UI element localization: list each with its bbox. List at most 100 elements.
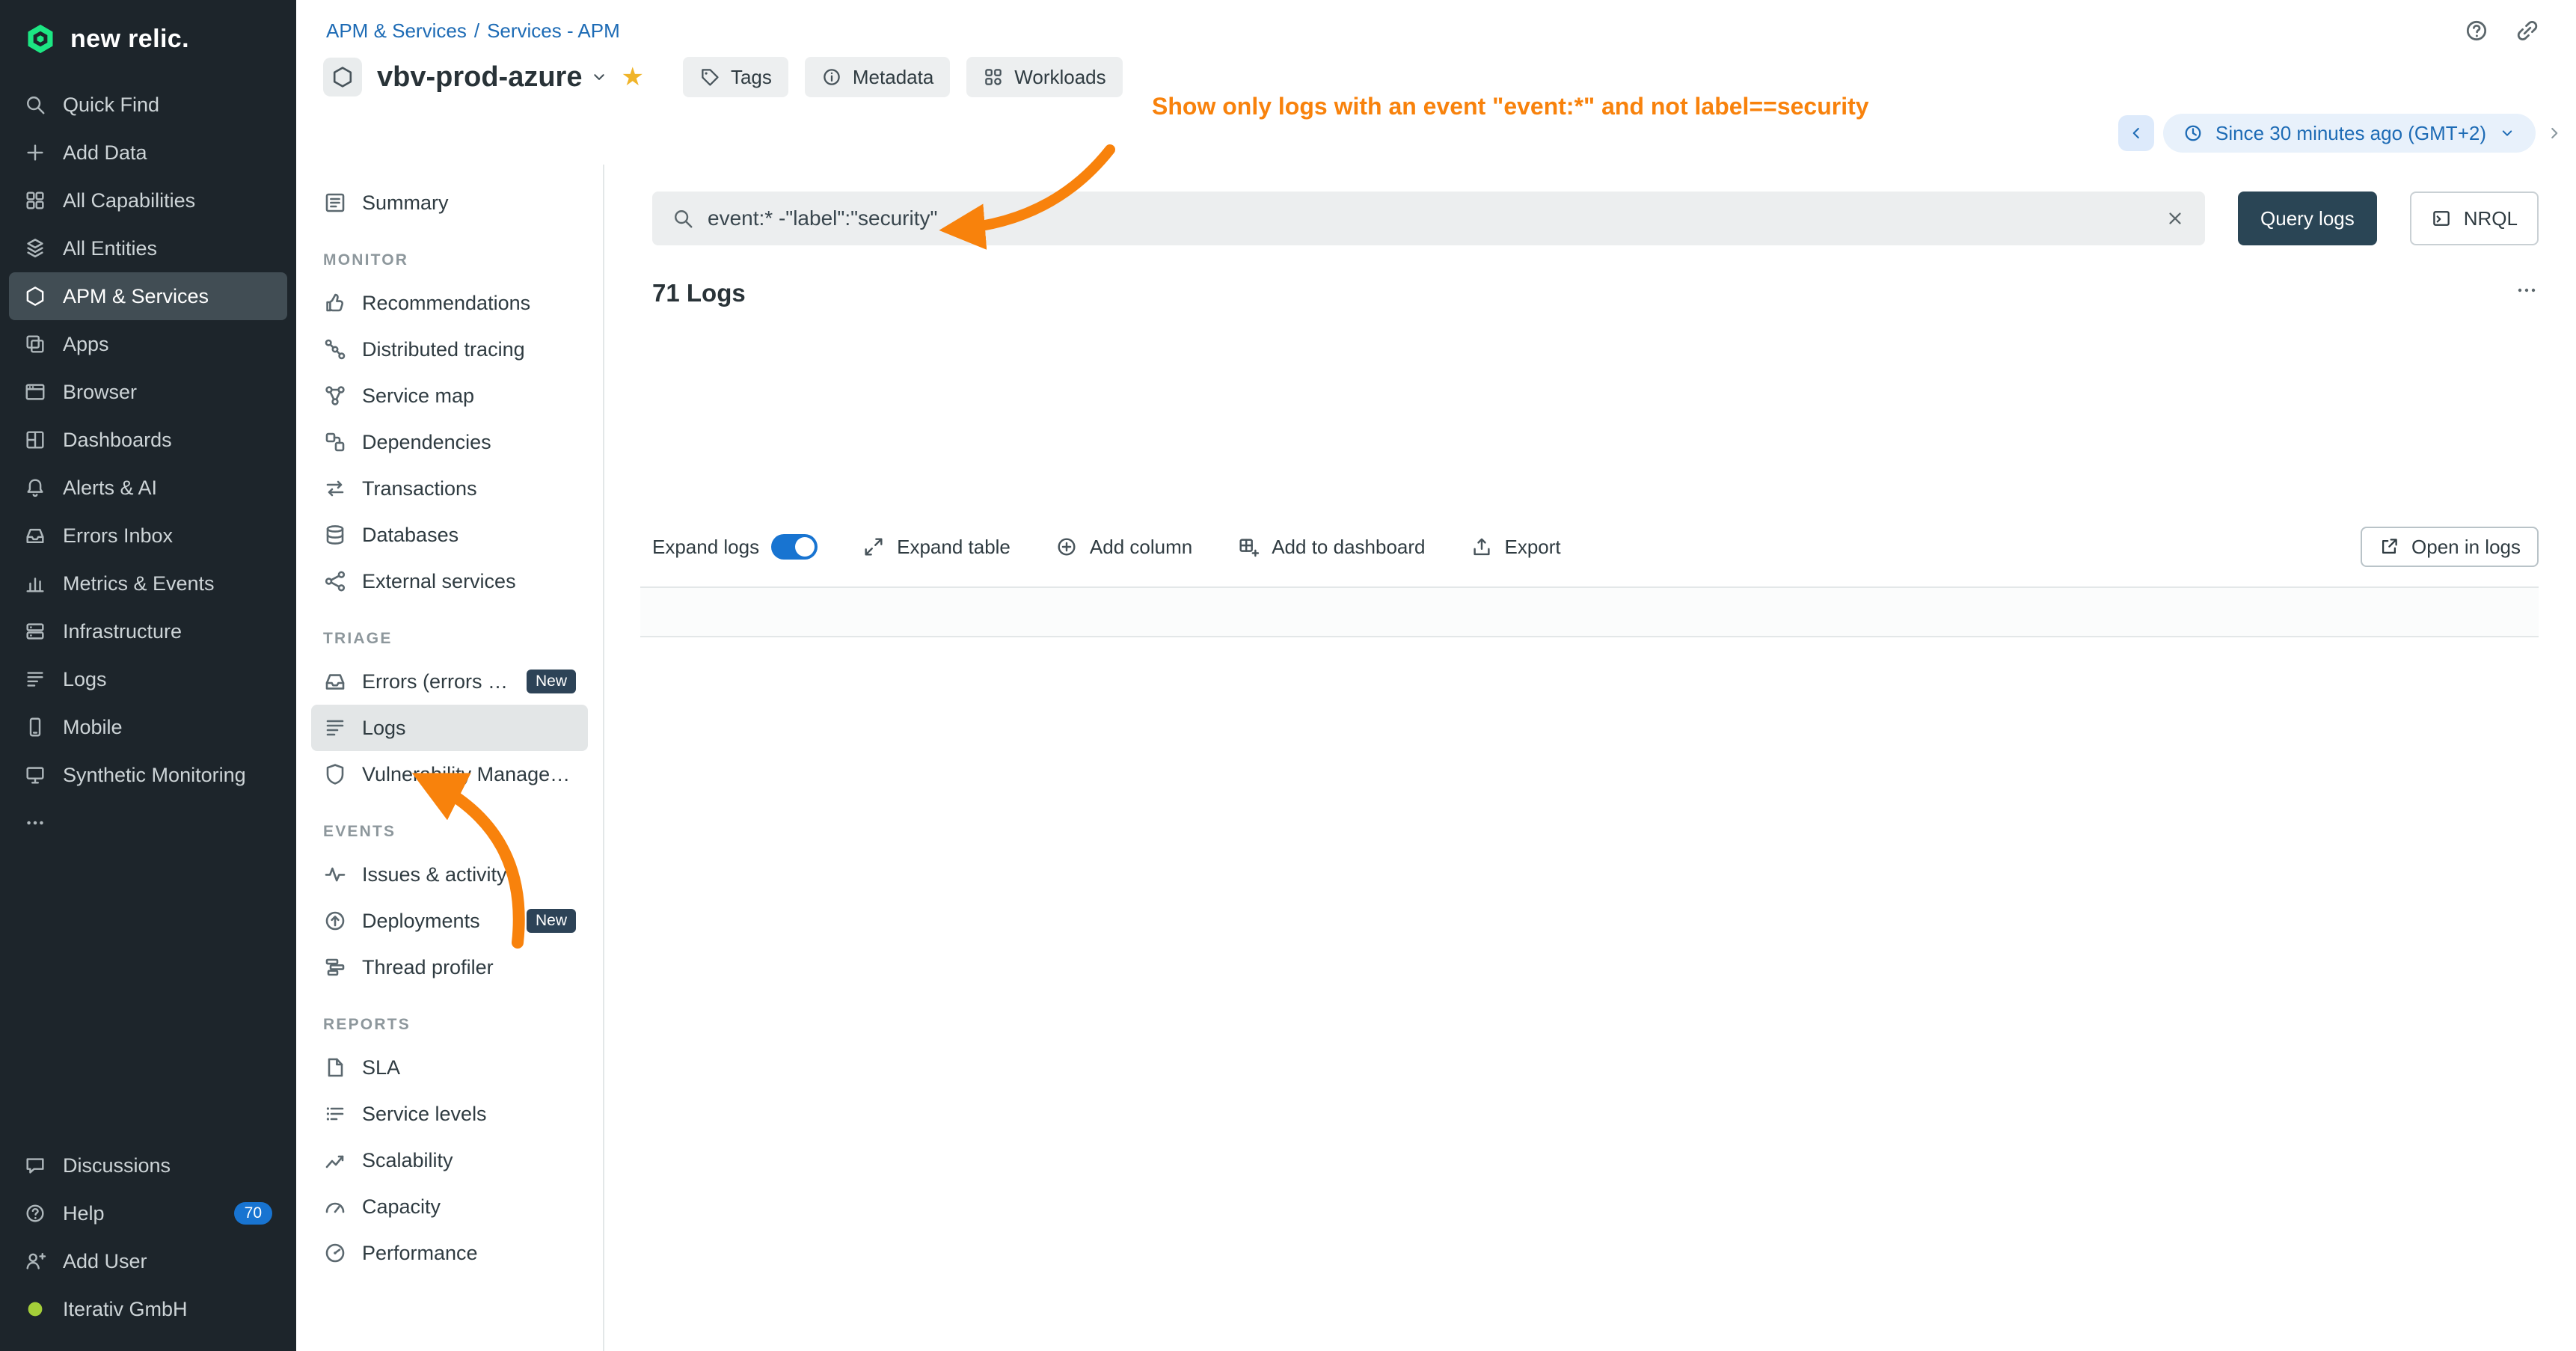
nrql-button[interactable]: NRQL: [2410, 192, 2539, 245]
section-label-monitor: MONITOR: [323, 251, 576, 269]
entity-nav-item-summary[interactable]: Summary: [311, 180, 588, 226]
sidebar-item-dashboards[interactable]: Dashboards: [9, 416, 287, 464]
entity-nav-item-performance[interactable]: Performance: [311, 1230, 588, 1276]
expand-logs-toggle[interactable]: Expand logs: [652, 534, 818, 560]
sidebar-item-label: Dashboards: [63, 429, 172, 452]
entity-nav-item-label: Errors (errors inb...: [362, 670, 512, 693]
export-button[interactable]: Export: [1471, 536, 1561, 559]
entity-nav-item-scalability[interactable]: Scalability: [311, 1137, 588, 1183]
sidebar-item-label: Errors Inbox: [63, 524, 173, 548]
app-sidebar: new relic. Quick FindAdd DataAll Capabil…: [0, 0, 296, 1351]
query-row: event:* -"label":"security" Query logs N…: [652, 192, 2539, 245]
sidebar-item-more[interactable]: [9, 799, 287, 847]
logs-icon: [24, 668, 46, 690]
section-label-triage: TRIAGE: [323, 630, 576, 648]
entity-nav-item-transactions[interactable]: Transactions: [311, 465, 588, 512]
time-forward-button[interactable]: [2545, 123, 2564, 143]
open-in-logs-button[interactable]: Open in logs: [2361, 527, 2539, 567]
help-circle-icon[interactable]: [2464, 18, 2489, 43]
entity-nav-item-databases[interactable]: Databases: [311, 512, 588, 558]
external-services-icon: [323, 569, 347, 593]
entity-nav-item-logs[interactable]: Logs: [311, 705, 588, 751]
sidebar-item-apm-services[interactable]: APM & Services: [9, 272, 287, 320]
new-relic-app: new relic. Quick FindAdd DataAll Capabil…: [0, 0, 2576, 1351]
sidebar-item-label: Add User: [63, 1250, 147, 1273]
sidebar-item-add-data[interactable]: Add Data: [9, 129, 287, 177]
expand-table-button[interactable]: Expand table: [862, 536, 1011, 559]
entity-nav-item-service-levels[interactable]: Service levels: [311, 1091, 588, 1137]
logo-text: new relic.: [70, 25, 189, 54]
entity-nav-item-capacity[interactable]: Capacity: [311, 1183, 588, 1230]
sidebar-item-iterativ-gmbh[interactable]: Iterativ GmbH: [9, 1285, 287, 1333]
logs-search-input[interactable]: event:* -"label":"security": [652, 192, 2205, 245]
entity-nav-item-issues-activity[interactable]: Issues & activity: [311, 851, 588, 898]
sidebar-item-label: Iterativ GmbH: [63, 1298, 188, 1321]
export-label: Export: [1505, 536, 1561, 559]
workloads-icon: [983, 67, 1004, 88]
sidebar-item-errors-inbox[interactable]: Errors Inbox: [9, 512, 287, 560]
sidebar-item-browser[interactable]: Browser: [9, 368, 287, 416]
sidebar-item-alerts-ai[interactable]: Alerts & AI: [9, 464, 287, 512]
sidebar-item-label: Infrastructure: [63, 620, 182, 643]
entity-nav-item-vulnerability-management[interactable]: Vulnerability Management: [311, 751, 588, 797]
sidebar-item-discussions[interactable]: Discussions: [9, 1142, 287, 1189]
sidebar-item-quick-find[interactable]: Quick Find: [9, 81, 287, 129]
sidebar-item-help[interactable]: Help70: [9, 1189, 287, 1237]
annotation-text: Show only logs with an event "event:*" a…: [1152, 93, 1869, 120]
query-logs-button[interactable]: Query logs: [2238, 192, 2377, 245]
dashboard-add-icon: [1237, 536, 1260, 558]
entity-nav-item-dependencies[interactable]: Dependencies: [311, 419, 588, 465]
entity-nav-item-external-services[interactable]: External services: [311, 558, 588, 604]
chip-tags[interactable]: Tags: [683, 57, 788, 97]
entity-nav-item-label: Transactions: [362, 477, 477, 500]
chip-workloads[interactable]: Workloads: [966, 57, 1122, 97]
permalink-icon[interactable]: [2515, 18, 2540, 43]
logs-toolbar: Expand logs Expand table Add column Add …: [652, 527, 2539, 567]
entity-nav-item-sla[interactable]: SLA: [311, 1044, 588, 1091]
clear-query-icon[interactable]: [2165, 208, 2186, 229]
entity-nav-item-errors-errors-inb[interactable]: Errors (errors inb...New: [311, 658, 588, 705]
chevron-down-icon: [2498, 124, 2516, 142]
entity-nav-item-distributed-tracing[interactable]: Distributed tracing: [311, 326, 588, 373]
sidebar-item-add-user[interactable]: Add User: [9, 1237, 287, 1285]
sidebar-item-apps[interactable]: Apps: [9, 320, 287, 368]
dashboards-icon: [24, 429, 46, 451]
favorite-star-icon[interactable]: ★: [621, 64, 643, 90]
expand-logs-label: Expand logs: [652, 536, 759, 559]
chart-more-menu[interactable]: [2515, 278, 2539, 308]
new-badge: New: [527, 909, 576, 933]
entity-nav-item-recommendations[interactable]: Recommendations: [311, 280, 588, 326]
toggle-on-icon[interactable]: [771, 534, 818, 560]
entity-dropdown-chevron-icon[interactable]: [589, 67, 609, 87]
chip-metadata[interactable]: Metadata: [805, 57, 950, 97]
sidebar-item-synthetic-monitoring[interactable]: Synthetic Monitoring: [9, 751, 287, 799]
time-picker[interactable]: Since 30 minutes ago (GMT+2): [2163, 114, 2536, 153]
entity-nav-item-deployments[interactable]: DeploymentsNew: [311, 898, 588, 944]
sidebar-item-label: APM & Services: [63, 285, 209, 308]
more-ellipsis-icon: [2515, 278, 2539, 302]
chip-label: Metadata: [853, 66, 933, 89]
metrics-icon: [24, 572, 46, 595]
new-relic-logo[interactable]: new relic.: [0, 0, 296, 81]
entity-nav-item-thread-profiler[interactable]: Thread profiler: [311, 944, 588, 990]
add-column-button[interactable]: Add column: [1055, 536, 1192, 559]
breadcrumb-services-apm[interactable]: Services - APM: [487, 19, 620, 42]
sidebar-item-label: All Entities: [63, 237, 157, 260]
time-back-button[interactable]: [2118, 115, 2154, 151]
breadcrumb-apm-services[interactable]: APM & Services: [326, 19, 467, 42]
performance-icon: [323, 1241, 347, 1265]
add-to-dashboard-button[interactable]: Add to dashboard: [1237, 536, 1425, 559]
sidebar-item-all-capabilities[interactable]: All Capabilities: [9, 177, 287, 224]
sidebar-item-logs[interactable]: Logs: [9, 655, 287, 703]
sidebar-item-metrics-events[interactable]: Metrics & Events: [9, 560, 287, 607]
time-picker-label: Since 30 minutes ago (GMT+2): [2215, 122, 2486, 145]
sidebar-item-infrastructure[interactable]: Infrastructure: [9, 607, 287, 655]
time-picker-row: Since 30 minutes ago (GMT+2): [2118, 114, 2564, 153]
logs-icon: [323, 716, 347, 740]
sidebar-item-mobile[interactable]: Mobile: [9, 703, 287, 751]
entity-nav-item-label: SLA: [362, 1056, 400, 1079]
entity-nav-item-service-map[interactable]: Service map: [311, 373, 588, 419]
sidebar-item-all-entities[interactable]: All Entities: [9, 224, 287, 272]
database-icon: [323, 523, 347, 547]
section-label-events: EVENTS: [323, 823, 576, 841]
